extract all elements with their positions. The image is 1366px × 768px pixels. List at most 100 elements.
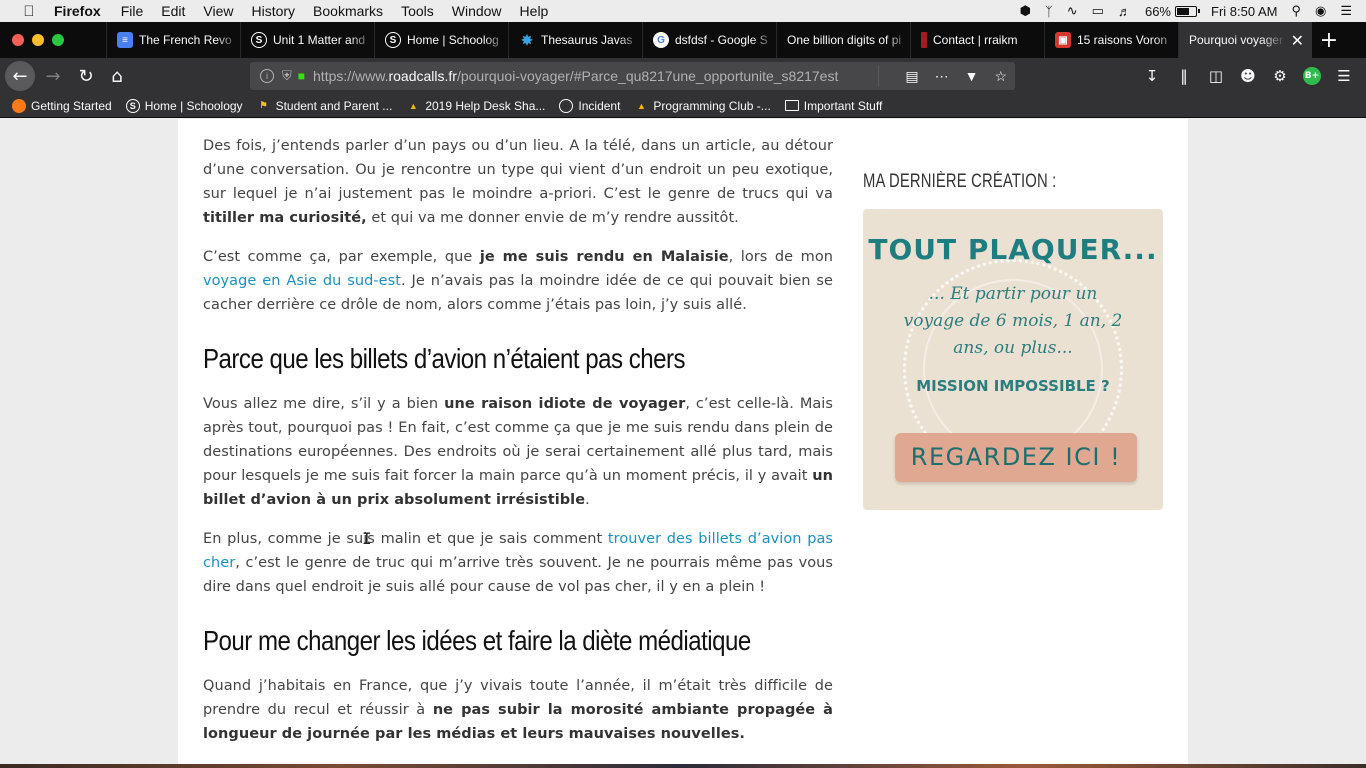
tab-label: dsfdsf - Google S	[675, 33, 768, 47]
menu-edit[interactable]: Edit	[161, 3, 185, 19]
promo-banner[interactable]: TOUT PLAQUER... ... Et partir pour un vo…	[863, 209, 1163, 510]
bookmark-student-parent[interactable]: ⚑ Student and Parent ...	[257, 99, 393, 113]
tab-billion-digits-pi[interactable]: One billion digits of pi	[776, 22, 910, 58]
menu-history[interactable]: History	[251, 3, 295, 19]
tab-contact[interactable]: Contact | rraikm	[910, 22, 1044, 58]
back-button[interactable]: ←	[5, 61, 35, 91]
lock-icon[interactable]: ■	[298, 69, 305, 83]
tab-unit-1-matter[interactable]: S Unit 1 Matter and	[240, 22, 374, 58]
bluetooth-icon[interactable]: ᛉ	[1045, 4, 1053, 19]
text-cursor-icon: I	[362, 529, 372, 548]
new-tab-button[interactable]: +	[1312, 28, 1346, 53]
library-icon[interactable]: ‖	[1168, 67, 1200, 85]
tab-home-schoology[interactable]: S Home | Schoolog	[374, 22, 508, 58]
section-heading: Parce que les billets d’avion n’étaient …	[203, 343, 686, 374]
bookmarks-toolbar: Getting Started S Home | Schoology ⚑ Stu…	[0, 94, 1366, 118]
tab-label: The French Revo	[139, 33, 232, 47]
paragraph: Quand j’habitais en France, que j’y viva…	[203, 678, 833, 742]
bookmark-getting-started[interactable]: Getting Started	[12, 98, 112, 113]
close-tab-icon[interactable]: ✕	[1291, 31, 1304, 51]
spotlight-search-icon[interactable]: ⚲	[1291, 3, 1301, 19]
bookmark-important-stuff[interactable]: Important Stuff	[784, 99, 882, 113]
drive-icon: ▲	[636, 100, 646, 111]
apple-icon[interactable]: 	[20, 3, 38, 20]
article-body: Des fois, j’entends parler d’un pays ou …	[203, 119, 833, 761]
roadcalls-icon: ▣	[1055, 32, 1071, 48]
battery-status[interactable]: 66%	[1144, 3, 1200, 19]
tab-google-search[interactable]: G dsfdsf - Google S	[642, 22, 776, 58]
url-bar[interactable]: i ⛨ ■ https://www.roadcalls.fr/pourquoi-…	[250, 62, 1015, 90]
window-zoom-button[interactable]	[52, 34, 64, 46]
tab-label: 15 raisons Voron	[1077, 33, 1168, 47]
schoology-icon: S	[125, 98, 140, 113]
bookmark-label: 2019 Help Desk Sha...	[425, 98, 546, 113]
menu-tools[interactable]: Tools	[401, 3, 434, 19]
tab-label: Home | Schoolog	[407, 33, 499, 47]
drive-icon: ▲	[408, 100, 418, 111]
bookmark-programming-club[interactable]: ▲ Programming Club -...	[634, 98, 771, 113]
reload-button[interactable]: ↻	[71, 61, 101, 91]
tab-thesaurus[interactable]: ✸ Thesaurus Javas	[508, 22, 642, 58]
tab-15-raisons[interactable]: ▣ 15 raisons Voron	[1044, 22, 1178, 58]
macos-menubar:  Firefox File Edit View History Bookmar…	[0, 0, 1366, 22]
forward-button[interactable]: →	[38, 61, 68, 91]
bookmark-label: Incident	[578, 98, 621, 113]
tab-french-revolution[interactable]: ≡ The French Revo	[106, 22, 240, 58]
tab-pourquoi-voyager[interactable]: Pourquoi voyager ✕	[1178, 22, 1312, 58]
url-domain: roadcalls.fr	[388, 68, 457, 84]
sidebar-title: MA DERNIÈRE CRÉATION :	[863, 171, 1057, 192]
hamburger-menu-icon[interactable]: ☰	[1328, 67, 1360, 85]
menu-view[interactable]: View	[203, 3, 233, 19]
tab-label: Pourquoi voyager	[1189, 33, 1284, 47]
bookmark-help-desk[interactable]: ▲ 2019 Help Desk Sha...	[406, 98, 546, 113]
page-actions-icon[interactable]: ⋯	[935, 68, 949, 85]
menu-bookmarks[interactable]: Bookmarks	[313, 3, 383, 19]
paragraph: Vous allez me dire, s’il y a bien une ra…	[203, 396, 833, 508]
tab-label: Thesaurus Javas	[541, 33, 633, 47]
regardez-ici-button[interactable]: REGARDEZ ICI !	[895, 433, 1137, 482]
home-button[interactable]: ⌂	[102, 61, 132, 91]
menu-app-firefox[interactable]: Firefox	[54, 3, 101, 19]
bookmark-star-icon[interactable]: ☆	[994, 68, 1007, 85]
downloads-icon[interactable]: ↧	[1136, 67, 1168, 85]
bookmark-incident[interactable]: Incident	[559, 98, 621, 113]
tab-strip: ≡ The French Revo S Unit 1 Matter and S …	[0, 22, 1366, 58]
reader-view-icon[interactable]: ▤	[905, 68, 918, 85]
url-prefix: https://www.	[313, 68, 389, 84]
cube-icon[interactable]: ⬢	[1020, 3, 1031, 19]
window-close-button[interactable]	[12, 34, 24, 46]
bookmark-label: Home | Schoology	[144, 98, 243, 113]
notification-center-icon[interactable]: ☰	[1340, 3, 1352, 19]
url-path: /pourquoi-voyager/#Parce_qu8217une_oppor…	[456, 68, 839, 84]
puzzle-icon: ✸	[521, 31, 533, 48]
status-area: ⬢ ᛉ ∿ ▭ ♬ 66% Fri 8:50 AM ⚲ ◉ ☰	[1020, 0, 1366, 22]
battery-percent: 66%	[1144, 3, 1171, 19]
account-icon[interactable]: ☻	[1232, 67, 1264, 85]
airplay-icon[interactable]: ▭	[1092, 3, 1104, 19]
paragraph: En plus, comme je suis malin et que je s…	[203, 531, 833, 595]
tracking-protection-icon[interactable]: ⛨	[282, 68, 292, 84]
clock[interactable]: Fri 8:50 AM	[1211, 4, 1277, 19]
menu-file[interactable]: File	[121, 3, 144, 19]
menu-help[interactable]: Help	[520, 3, 549, 19]
window-controls	[12, 34, 106, 46]
firefox-icon	[12, 98, 26, 113]
page-viewport[interactable]: Des fois, j’entends parler d’un pays ou …	[0, 119, 1366, 764]
volume-icon[interactable]: ♬	[1118, 4, 1131, 19]
tab-label: Contact | rraikm	[933, 33, 1018, 47]
bookmark-label: Programming Club -...	[653, 98, 771, 113]
info-icon[interactable]: i	[260, 69, 274, 83]
link-voyage-asie[interactable]: voyage en Asie du sud-est	[203, 273, 401, 289]
wifi-icon[interactable]: ∿	[1067, 3, 1078, 19]
extension-us-icon[interactable]: ⚙	[1264, 67, 1296, 85]
siri-icon[interactable]: ◉	[1315, 3, 1326, 19]
url-text[interactable]: https://www.roadcalls.fr/pourquoi-voyage…	[313, 68, 853, 84]
menu-window[interactable]: Window	[452, 3, 502, 19]
pocket-icon[interactable]: ▼	[965, 68, 979, 84]
dock-edge	[0, 764, 1366, 768]
window-minimize-button[interactable]	[32, 34, 44, 46]
extension-bplus-icon[interactable]: B+	[1303, 67, 1321, 85]
bookmark-home-schoology[interactable]: S Home | Schoology	[125, 98, 243, 113]
bar-icon	[921, 32, 927, 48]
sidebar-icon[interactable]: ◫	[1200, 67, 1232, 85]
